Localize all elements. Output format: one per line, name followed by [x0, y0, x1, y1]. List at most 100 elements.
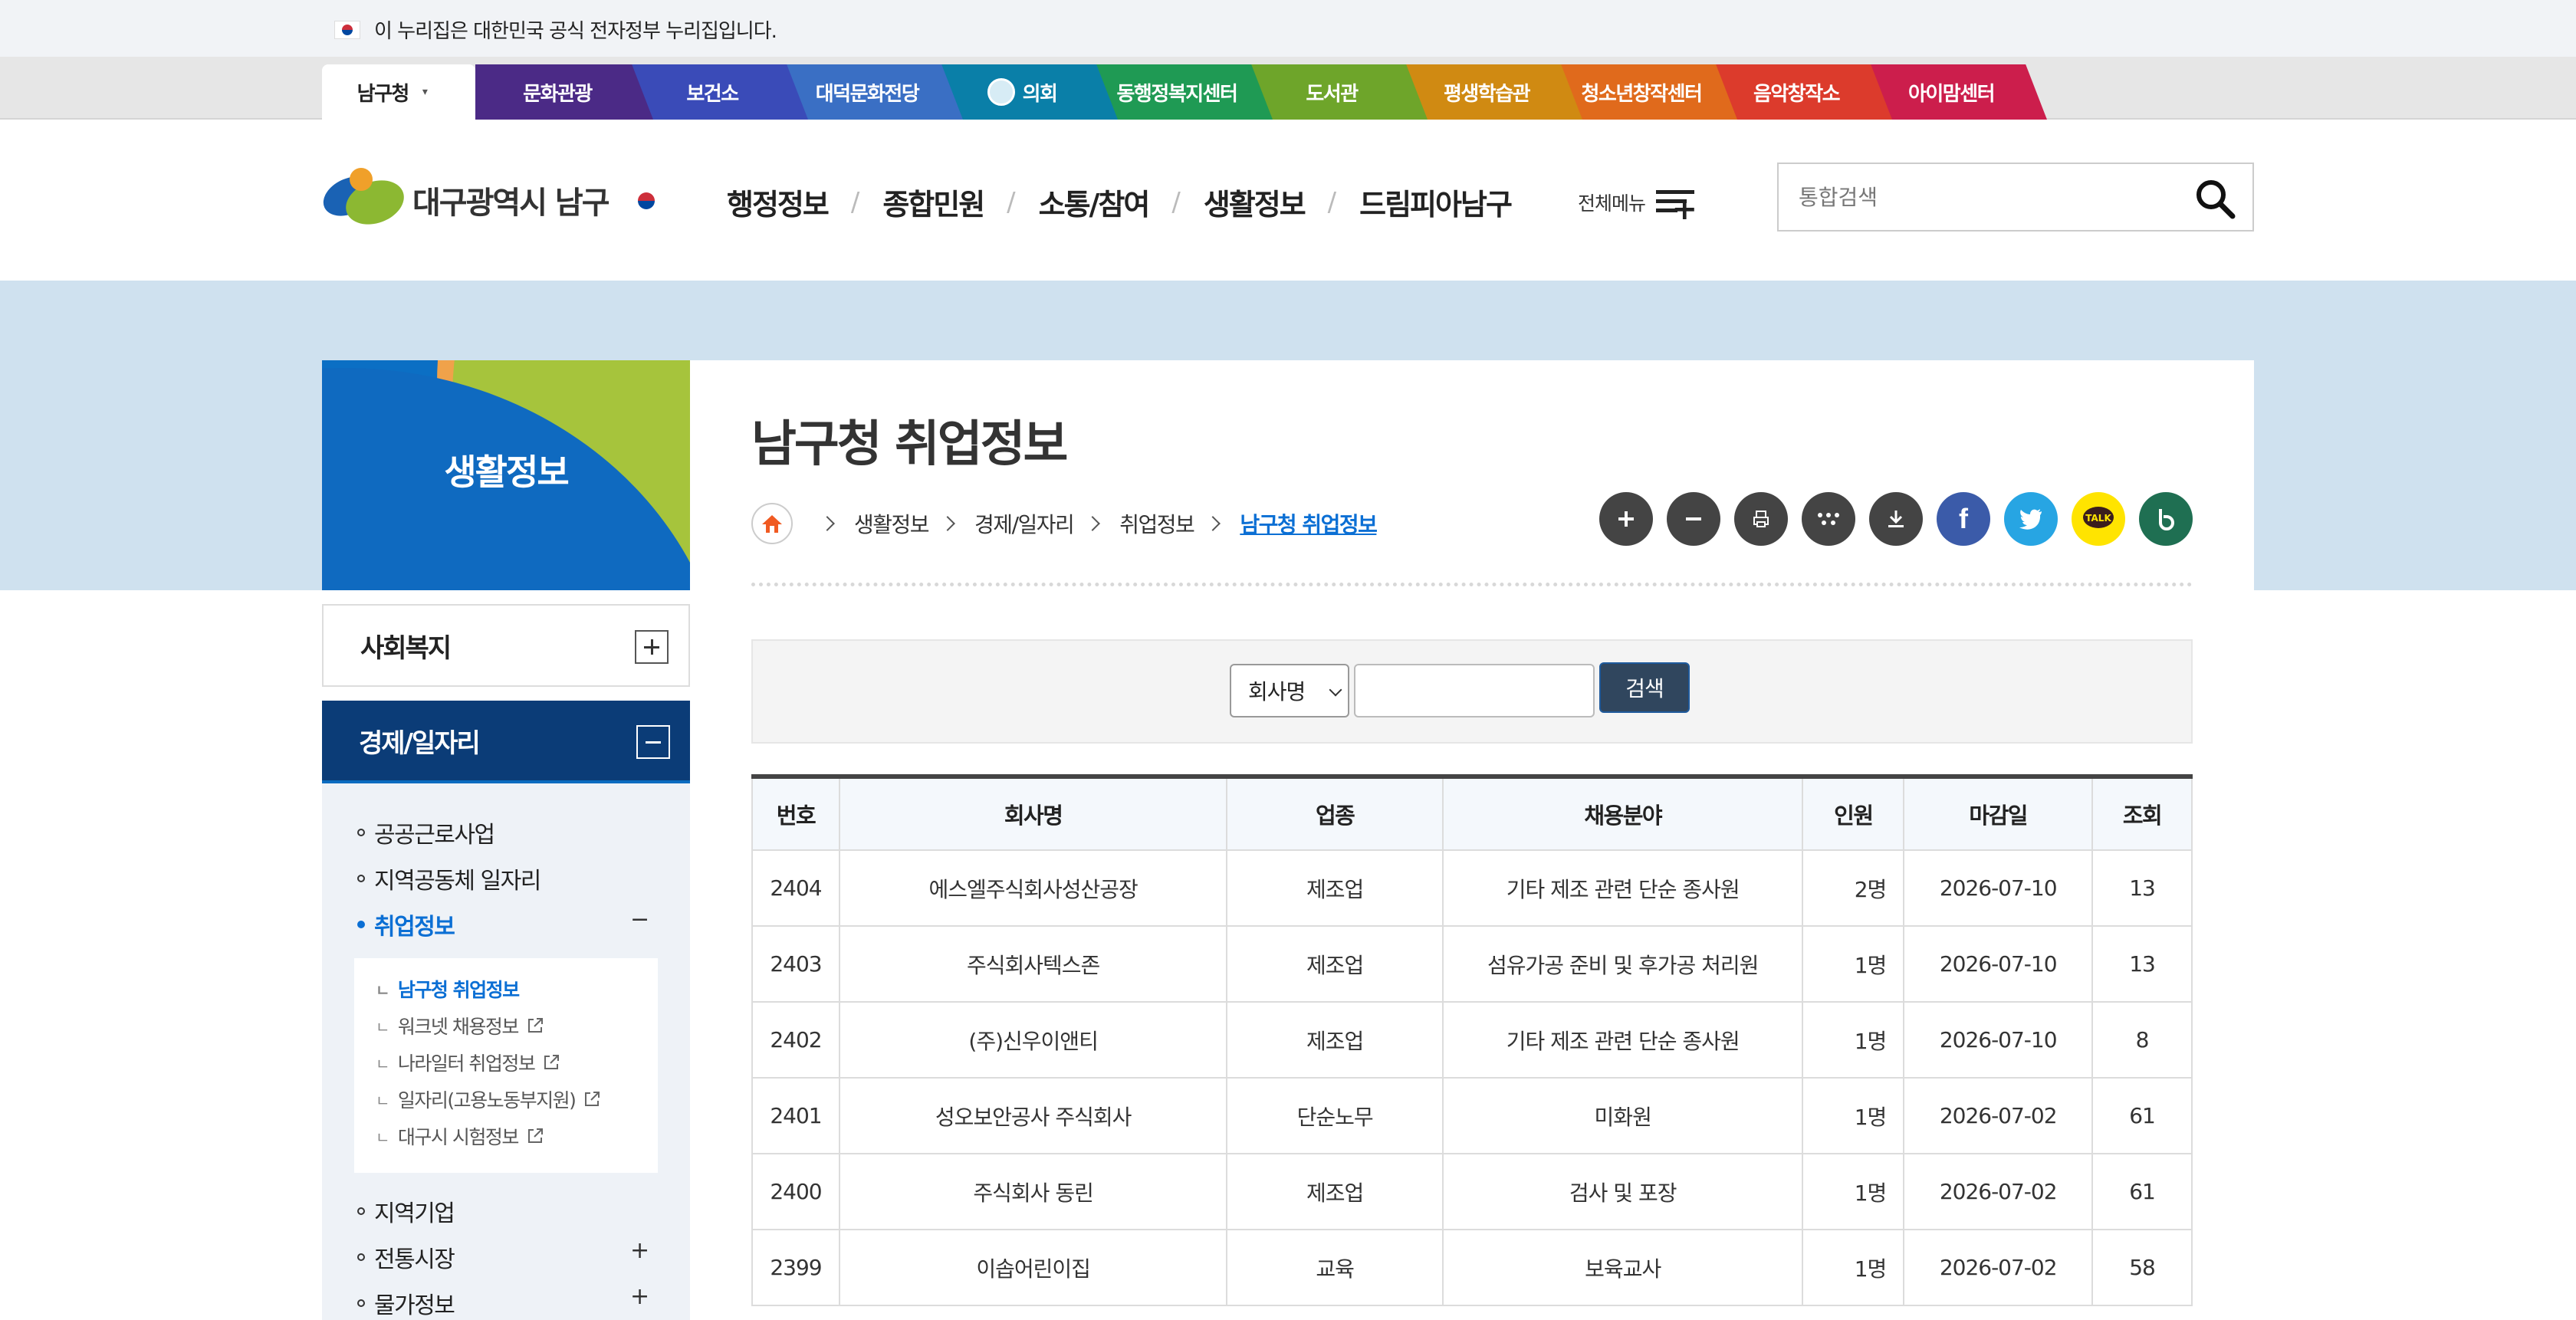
lnb-third-menu: ㄴ 남구청 취업정보 ㄴ 워크넷 채용정보 ㄴ 나라일터 취업정보 ㄴ 일자리(고용노동…	[354, 958, 658, 1173]
cell-field: 기타 제조 관련 단순 종사원	[1441, 1001, 1804, 1079]
cell-company[interactable]: 성오보안공사 주식회사	[838, 1077, 1228, 1154]
zoom-out-icon[interactable]	[1667, 492, 1720, 546]
tab-imom-center[interactable]: 아이맘센터	[1869, 64, 2047, 120]
gnb-item-admin[interactable]: 행정정보	[727, 181, 830, 223]
sub-item-namgu-jobs[interactable]: ㄴ 남구청 취업정보	[376, 975, 520, 1003]
search-keyword-input[interactable]	[1354, 664, 1595, 717]
main-content: 남구청 취업정보 생활정보 경제/일자리 취업정보 남구청 취업정보 f TAL…	[690, 360, 2254, 1320]
board-search: 회사명 검색	[751, 639, 2193, 744]
search-field-select[interactable]: 회사명	[1230, 664, 1349, 717]
search-icon[interactable]	[2194, 178, 2236, 219]
external-link-icon	[527, 1128, 543, 1143]
tab-health-center[interactable]: 보건소	[630, 64, 808, 120]
cell-views: 58	[2091, 1229, 2193, 1306]
gnb-item-life[interactable]: 생활정보	[1204, 181, 1306, 223]
global-search-input[interactable]	[1779, 164, 2177, 230]
tab-namgu[interactable]: 남구청 ▾	[322, 64, 475, 120]
gnb-item-dreampia[interactable]: 드림피아남구	[1359, 181, 1513, 223]
cell-company[interactable]: 이솝어린이집	[838, 1229, 1228, 1306]
table-row[interactable]: 2399 이솝어린이집 교육 보육교사 1명 2026-07-02 58	[751, 1229, 2193, 1306]
home-icon[interactable]	[751, 503, 793, 544]
lnb-group-welfare[interactable]: 사회복지	[322, 604, 690, 687]
search-button[interactable]: 검색	[1599, 662, 1690, 713]
print-icon[interactable]	[1734, 492, 1788, 546]
cell-headcount: 1명	[1802, 1077, 1905, 1154]
table-row[interactable]: 2400 주식회사 동린 제조업 검사 및 포장 1명 2026-07-02 61	[751, 1153, 2193, 1230]
lnb-item-public-work[interactable]: 공공근로사업	[357, 816, 495, 849]
tab-culture-tour[interactable]: 문화관광	[475, 64, 653, 120]
chevron-down-icon[interactable]: ▾	[422, 86, 428, 98]
breadcrumb-item[interactable]: 취업정보	[1119, 508, 1195, 539]
col-company: 회사명	[838, 776, 1228, 851]
tab-library[interactable]: 도서관	[1250, 64, 1428, 120]
lnb-item-job-info[interactable]: 취업정보	[357, 908, 455, 941]
all-menu-button[interactable]: 전체메뉴 +	[1578, 186, 1699, 225]
bullet-icon	[357, 1299, 365, 1307]
tab-council[interactable]: 의회	[940, 64, 1118, 120]
share-icon[interactable]	[1802, 492, 1855, 546]
breadcrumb-item[interactable]: 경제/일자리	[974, 508, 1075, 539]
sub-item-narailter[interactable]: ㄴ 나라일터 취업정보	[376, 1049, 560, 1076]
table-row[interactable]: 2402 (주)신우이앤티 제조업 기타 제조 관련 단순 종사원 1명 2026-07-…	[751, 1001, 2193, 1079]
lnb-title-panel: 생활정보	[322, 360, 690, 590]
cell-field: 검사 및 포장	[1441, 1153, 1804, 1230]
breadcrumb-current[interactable]: 남구청 취업정보	[1240, 508, 1378, 539]
col-industry: 업종	[1226, 776, 1444, 851]
col-deadline: 마감일	[1903, 776, 2094, 851]
gnb-item-civil[interactable]: 종합민원	[882, 181, 985, 223]
cell-company[interactable]: 주식회사텍스존	[838, 925, 1228, 1003]
job-table: 번호 회사명 업종 채용분야 인원 마감일 조회 2404 에스엘주식회사성산공장…	[751, 774, 2193, 1306]
lnb-group-economy[interactable]: 경제/일자리	[322, 701, 690, 783]
cell-deadline: 2026-07-02	[1903, 1153, 2094, 1230]
sub-item-labor-ministry[interactable]: ㄴ 일자리(고용노동부지원)	[376, 1085, 601, 1113]
all-menu-label: 전체메뉴	[1578, 192, 1646, 215]
download-icon[interactable]	[1869, 492, 1923, 546]
tab-music-center[interactable]: 음악창작소	[1714, 64, 1892, 120]
cell-field: 보육교사	[1441, 1229, 1804, 1306]
cell-industry: 교육	[1226, 1229, 1444, 1306]
collapse-icon[interactable]: −	[630, 906, 649, 933]
table-row[interactable]: 2403 주식회사텍스존 제조업 섬유가공 준비 및 후가공 처리원 1명 2026-07…	[751, 925, 2193, 1003]
sub-item-daegu-exam[interactable]: ㄴ 대구시 시험정보	[376, 1122, 544, 1150]
cell-company[interactable]: (주)신우이앤티	[838, 1001, 1228, 1079]
twitter-icon[interactable]	[2004, 492, 2058, 546]
tab-youth-center[interactable]: 청소년창작센터	[1559, 64, 1737, 120]
expand-icon[interactable]: +	[630, 1237, 649, 1264]
page-title: 남구청 취업정보	[751, 416, 1068, 473]
breadcrumb-item[interactable]: 생활정보	[854, 508, 930, 539]
kakaotalk-icon[interactable]: TALK	[2072, 492, 2125, 546]
minus-icon[interactable]	[636, 725, 670, 759]
cell-views: 61	[2091, 1153, 2193, 1230]
external-link-icon	[544, 1055, 560, 1069]
lnb-item-price-info[interactable]: 물가정보	[357, 1286, 455, 1320]
tab-community-center[interactable]: 동행정복지센터	[1095, 64, 1273, 120]
cell-number: 2400	[751, 1153, 840, 1230]
tab-daedeok-hall[interactable]: 대덕문화전당	[785, 64, 963, 120]
cell-views: 8	[2091, 1001, 2193, 1079]
bullet-icon	[357, 921, 365, 928]
gov-banner: 이 누리집은 대한민국 공식 전자정부 누리집입니다.	[0, 0, 2576, 57]
site-logo[interactable]: 대구광역시 남구	[317, 166, 669, 235]
external-link-icon	[527, 1018, 543, 1033]
sub-item-worknet[interactable]: ㄴ 워크넷 채용정보	[376, 1012, 544, 1039]
cell-company[interactable]: 에스엘주식회사성산공장	[838, 849, 1228, 927]
col-headcount: 인원	[1802, 776, 1905, 851]
facebook-icon[interactable]: f	[1937, 492, 1990, 546]
table-row[interactable]: 2401 성오보안공사 주식회사 단순노무 미화원 1명 2026-07-02 61	[751, 1077, 2193, 1154]
lnb-item-traditional-market[interactable]: 전통시장	[357, 1240, 455, 1274]
band-icon[interactable]	[2139, 492, 2193, 546]
gnb-item-communication[interactable]: 소통/참여	[1039, 181, 1151, 223]
lnb-item-community-jobs[interactable]: 지역공동체 일자리	[357, 862, 541, 895]
lnb-item-local-business[interactable]: 지역기업	[357, 1194, 455, 1228]
zoom-in-icon[interactable]	[1599, 492, 1653, 546]
cell-views: 61	[2091, 1077, 2193, 1154]
external-link-icon	[585, 1092, 600, 1106]
expand-icon[interactable]: +	[630, 1283, 649, 1310]
plus-icon[interactable]	[635, 630, 669, 664]
cell-deadline: 2026-07-10	[1903, 925, 2094, 1003]
cell-company[interactable]: 주식회사 동린	[838, 1153, 1228, 1230]
tab-lifelong-learning[interactable]: 평생학습관	[1405, 64, 1582, 120]
cell-number: 2401	[751, 1077, 840, 1154]
chevron-right-icon	[1205, 516, 1221, 531]
table-row[interactable]: 2404 에스엘주식회사성산공장 제조업 기타 제조 관련 단순 종사원 2명 2026-…	[751, 849, 2193, 927]
